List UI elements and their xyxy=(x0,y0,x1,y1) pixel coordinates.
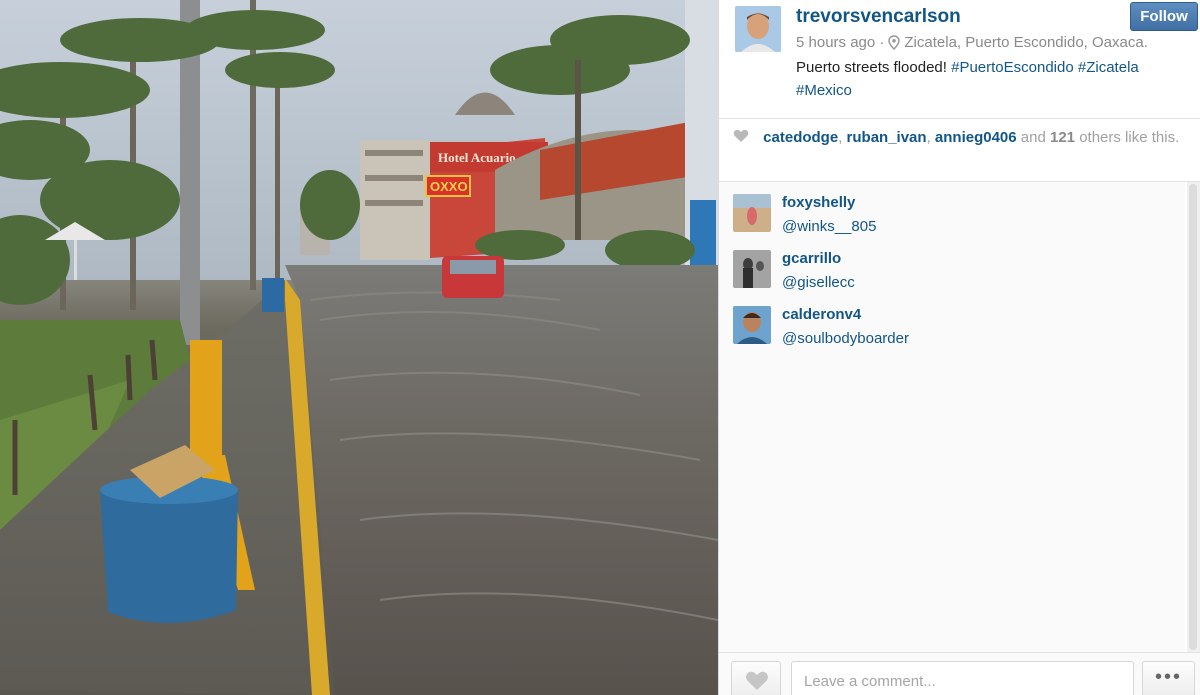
comment-text[interactable]: @soulbodyboarder xyxy=(782,330,909,347)
oxxo-sign: OXXO xyxy=(430,179,468,194)
post-time[interactable]: 5 hours ago · xyxy=(796,34,884,51)
comment-avatar[interactable] xyxy=(733,194,771,232)
likes-separator: , xyxy=(838,129,843,146)
like-button[interactable] xyxy=(731,661,781,695)
hashtag[interactable]: #Mexico xyxy=(796,82,852,99)
post-caption: Puerto streets flooded! #PuertoEscondido… xyxy=(796,56,1191,102)
post-header: trevorsvencarlson Follow 5 hours ago · Z… xyxy=(719,0,1200,118)
more-options-button[interactable]: ••• xyxy=(1142,661,1195,695)
liker-link[interactable]: annieg0406 xyxy=(935,129,1017,146)
post-photo: Hotel Acuario OXXO xyxy=(0,0,718,695)
avatar-image xyxy=(733,194,771,232)
hashtag[interactable]: #PuertoEscondido xyxy=(951,59,1074,76)
heart-icon xyxy=(746,671,768,690)
avatar[interactable] xyxy=(735,6,781,52)
comment-username[interactable]: foxyshelly xyxy=(782,194,855,211)
follow-button[interactable]: Follow xyxy=(1130,2,1198,31)
liker-link[interactable]: ruban_ivan xyxy=(847,129,927,146)
comment-username[interactable]: gcarrillo xyxy=(782,250,841,267)
likes-others-text: others like this. xyxy=(1079,129,1180,146)
more-icon: ••• xyxy=(1154,666,1182,688)
comments-list: foxyshelly @winks__805 gcarrillo @gisell… xyxy=(719,182,1185,652)
comment-username[interactable]: calderonv4 xyxy=(782,306,861,323)
comment-text[interactable]: @winks__805 xyxy=(782,218,876,235)
comment-avatar[interactable] xyxy=(733,250,771,288)
avatar-image xyxy=(735,6,781,52)
post-location[interactable]: Zicatela, Puerto Escondido, Oaxaca. xyxy=(904,34,1147,51)
hashtag[interactable]: #Zicatela xyxy=(1078,59,1139,76)
scrollbar-thumb[interactable] xyxy=(1189,184,1197,650)
avatar-image xyxy=(733,306,771,344)
post-side-panel: trevorsvencarlson Follow 5 hours ago · Z… xyxy=(718,0,1200,695)
comment-avatar[interactable] xyxy=(733,306,771,344)
post-username[interactable]: trevorsvencarlson xyxy=(796,6,961,28)
caption-text: Puerto streets flooded! xyxy=(796,59,947,76)
pin-icon xyxy=(888,35,901,50)
heart-icon xyxy=(733,129,749,142)
comment-footer: ••• xyxy=(719,652,1200,695)
likes-separator: , xyxy=(926,129,931,146)
likes-summary: catedodge, ruban_ivan, annieg0406 and 12… xyxy=(733,128,1193,147)
comment-input[interactable] xyxy=(791,661,1134,695)
avatar-image xyxy=(733,250,771,288)
likes-and: and xyxy=(1020,129,1046,146)
likes-others-count[interactable]: 121 xyxy=(1050,129,1075,146)
post-meta: 5 hours ago · Zicatela, Puerto Escondido… xyxy=(796,34,1148,51)
divider xyxy=(719,118,1200,119)
liker-link[interactable]: catedodge xyxy=(763,129,838,146)
flooded-street-image: Hotel Acuario OXXO xyxy=(0,0,718,695)
hotel-sign: Hotel Acuario xyxy=(438,150,516,165)
comment-text[interactable]: @gisellecc xyxy=(782,274,855,291)
